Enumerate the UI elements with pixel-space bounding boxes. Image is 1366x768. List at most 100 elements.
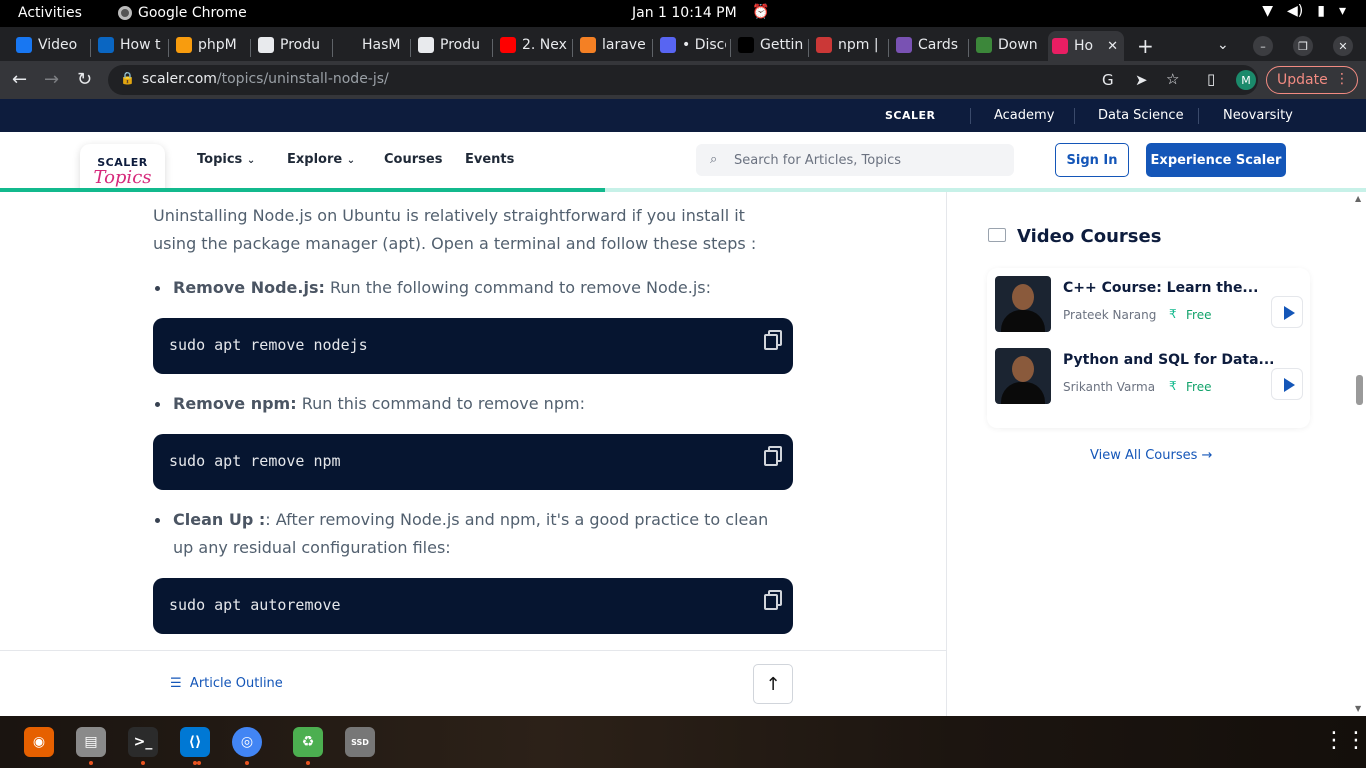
chrome-icon[interactable]: ◎	[232, 727, 262, 757]
article-outline-button[interactable]: ☰ Article Outline	[170, 676, 283, 691]
back-icon[interactable]: ←	[12, 69, 27, 90]
show-apps-icon[interactable]: ⋮⋮⋮	[1323, 730, 1366, 752]
explore-menu[interactable]: Explore ⌄	[287, 152, 355, 167]
tab-label: Down	[998, 37, 1038, 53]
instructor-name: Srikanth Varma	[1063, 380, 1156, 394]
course-title[interactable]: C++ Course: Learn the...	[1063, 280, 1258, 296]
events-link[interactable]: Events	[465, 152, 514, 167]
tab-discord[interactable]: • Disco	[656, 31, 726, 59]
courses-link[interactable]: Courses	[384, 152, 442, 167]
instructor-photo	[995, 348, 1051, 404]
course-card[interactable]: Python and SQL for Data... Srikanth Varm…	[995, 348, 1305, 404]
kebab-menu-icon[interactable]: ⋮	[1335, 71, 1349, 87]
system-top-bar: Activities Google Chrome Jan 1 10:14 PM …	[0, 0, 1366, 27]
send-icon[interactable]: ➤	[1135, 71, 1148, 89]
web-page: SCALER Academy Data Science Neovarsity S…	[0, 99, 1366, 716]
step-item: Clean Up :: After removing Node.js and n…	[153, 506, 793, 562]
vscode-icon[interactable]: ⟨⟩	[180, 727, 210, 757]
tab-label: larave	[602, 37, 646, 53]
tab-youtube[interactable]: 2. Nex	[496, 31, 568, 59]
copy-icon[interactable]	[764, 590, 782, 610]
address-bar[interactable]: 🔒 scaler.com/topics/uninstall-node-js/ G…	[108, 65, 1258, 95]
profile-avatar[interactable]: M	[1236, 70, 1256, 90]
close-window-icon[interactable]: ✕	[1333, 36, 1353, 56]
tab-search-icon[interactable]: ⌄	[1217, 37, 1229, 53]
search-icon: ⌕	[710, 152, 718, 167]
scrollbar-thumb[interactable]	[1356, 375, 1363, 405]
forward-icon[interactable]: →	[44, 69, 59, 90]
tab-facebook[interactable]: Video	[12, 31, 84, 59]
tab-label: How t	[120, 37, 161, 53]
tab-separator	[168, 39, 169, 57]
running-indicator	[245, 761, 249, 765]
tab-npm[interactable]: npm |	[812, 31, 884, 59]
nodejs-icon	[976, 37, 992, 53]
close-tab-icon[interactable]: ✕	[1107, 39, 1118, 54]
step-text: Run this command to remove npm:	[296, 394, 585, 413]
bookmark-star-icon[interactable]: ☆	[1166, 70, 1179, 88]
copy-icon[interactable]	[764, 446, 782, 466]
sign-in-button[interactable]: Sign In	[1055, 143, 1129, 177]
tab-label: phpM	[198, 37, 237, 53]
alarm-icon: ⏰	[752, 4, 770, 20]
minimize-icon[interactable]: –	[1253, 36, 1273, 56]
disk-icon[interactable]: SSD	[345, 727, 375, 757]
search-input[interactable]: ⌕ Search for Articles, Topics	[696, 144, 1014, 176]
view-all-label: View All Courses	[1090, 448, 1198, 463]
academy-link[interactable]: Academy	[994, 108, 1054, 123]
topics-label: Topics	[197, 152, 243, 167]
arrow-up-icon: ↑	[765, 673, 781, 695]
scroll-to-top-button[interactable]: ↑	[753, 664, 793, 704]
view-all-courses-link[interactable]: View All Courses →	[1090, 448, 1212, 463]
bootstrap-icon	[896, 37, 912, 53]
tab-bootstrap[interactable]: Cards	[892, 31, 964, 59]
code-text[interactable]: sudo apt remove npm	[169, 452, 341, 470]
page-scrollbar[interactable]: ▲ ▼	[1352, 192, 1366, 716]
code-text[interactable]: sudo apt autoremove	[169, 596, 341, 614]
trash-icon[interactable]: ♻	[293, 727, 323, 757]
tab-github[interactable]: HasM	[336, 31, 406, 59]
nav-divider	[970, 108, 971, 124]
clock[interactable]: Jan 1 10:14 PM	[632, 5, 737, 21]
restore-icon[interactable]: ❐	[1293, 36, 1313, 56]
side-panel-icon[interactable]: ▯	[1207, 70, 1215, 88]
scroll-up-icon[interactable]: ▲	[1355, 194, 1361, 203]
tab-phpmyadmin[interactable]: phpM	[172, 31, 246, 59]
phpmyadmin-icon	[176, 37, 192, 53]
activities-button[interactable]: Activities	[18, 5, 82, 21]
tab-scaler-topics[interactable]: Ho ✕	[1048, 31, 1124, 61]
scroll-down-icon[interactable]: ▼	[1355, 704, 1361, 713]
tab-linkedin[interactable]: How t	[94, 31, 164, 59]
tab-page[interactable]: Produ	[414, 31, 486, 59]
firefox-icon[interactable]: ◉	[24, 727, 54, 757]
reload-icon[interactable]: ↻	[77, 69, 92, 90]
scaler-brand-link[interactable]: SCALER	[885, 109, 936, 122]
course-title[interactable]: Python and SQL for Data...	[1063, 352, 1275, 368]
url-text[interactable]: scaler.com/topics/uninstall-node-js/	[142, 71, 389, 87]
play-button[interactable]	[1271, 296, 1303, 328]
tab-stackoverflow[interactable]: larave	[576, 31, 648, 59]
course-card[interactable]: C++ Course: Learn the... Prateek Narang …	[995, 276, 1305, 332]
lock-icon: 🔒	[120, 71, 135, 85]
tab-label: Cards	[918, 37, 959, 53]
neovarsity-link[interactable]: Neovarsity	[1223, 108, 1293, 123]
new-tab-icon[interactable]: +	[1137, 34, 1154, 58]
price-badge: Free	[1186, 308, 1212, 322]
topics-menu[interactable]: Topics ⌄	[197, 152, 255, 167]
data-science-link[interactable]: Data Science	[1098, 108, 1184, 123]
tab-page[interactable]: Produ	[254, 31, 326, 59]
play-button[interactable]	[1271, 368, 1303, 400]
terminal-icon[interactable]: >_	[128, 727, 158, 757]
system-tray[interactable]: ▼ ◀) ▮ ▾	[1262, 3, 1346, 19]
google-icon[interactable]: G	[1102, 71, 1114, 89]
list-icon: ☰	[170, 676, 182, 691]
experience-scaler-button[interactable]: Experience Scaler	[1146, 143, 1286, 177]
tab-nodejs[interactable]: Down	[972, 31, 1042, 59]
files-icon[interactable]: ▤	[76, 727, 106, 757]
tab-nextjs[interactable]: Gettin	[734, 31, 804, 59]
copy-icon[interactable]	[764, 330, 782, 350]
app-menu[interactable]: Google Chrome	[118, 5, 247, 21]
volume-icon: ◀)	[1287, 3, 1304, 19]
code-text[interactable]: sudo apt remove nodejs	[169, 336, 368, 354]
update-button[interactable]: Update ⋮	[1266, 66, 1358, 94]
